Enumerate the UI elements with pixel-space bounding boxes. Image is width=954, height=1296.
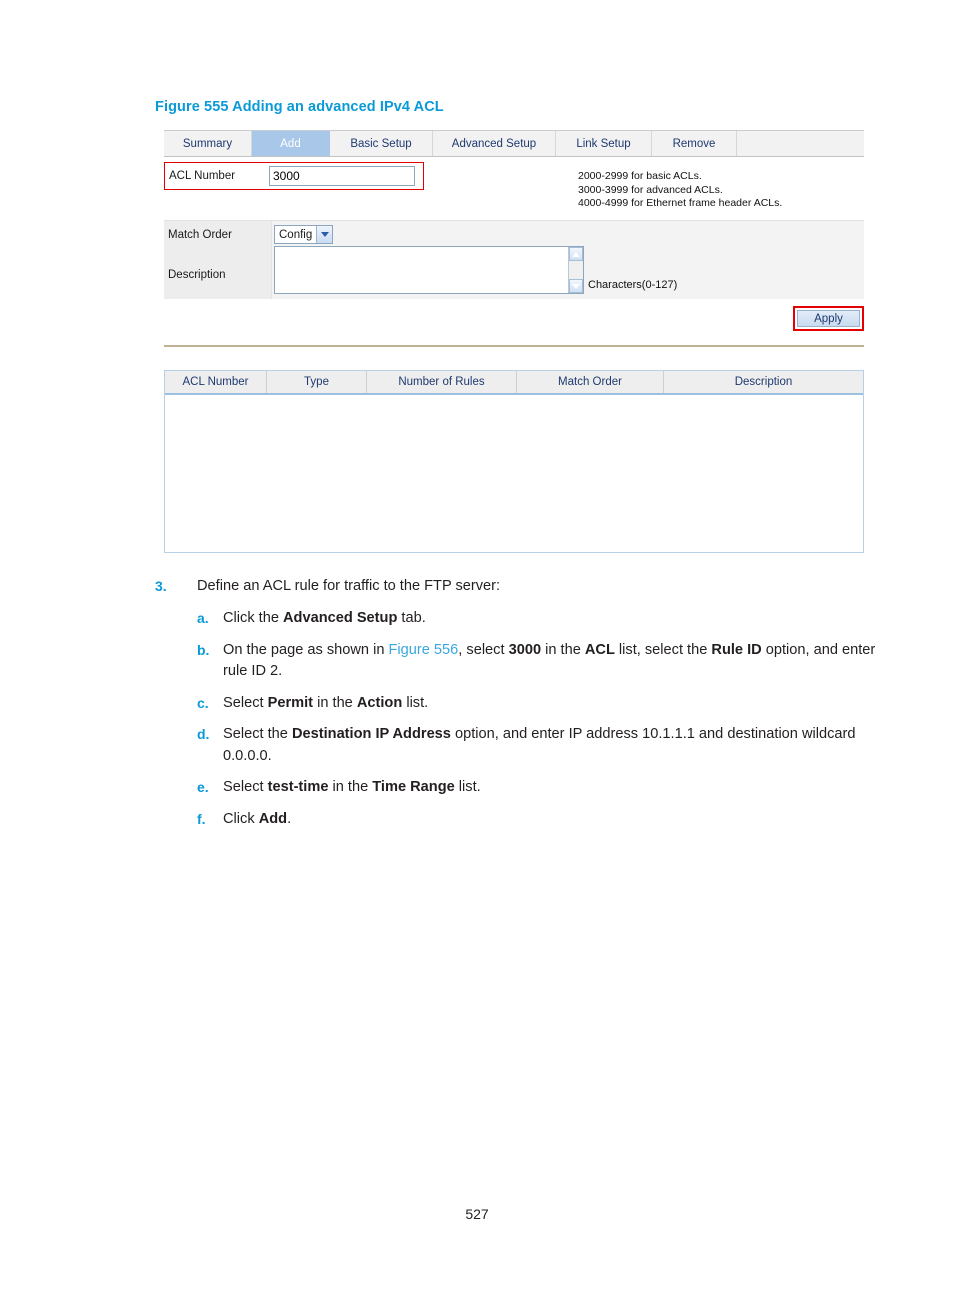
match-order-select[interactable]: Config (274, 225, 334, 244)
acl-range-hint-line1: 2000-2999 for basic ACLs. (578, 170, 702, 182)
substep-f: f. Click Add. (155, 809, 885, 831)
plain-text: . (287, 810, 292, 827)
plain-text: list. (454, 779, 481, 795)
substep-marker: d. (197, 726, 210, 742)
tab-bar-filler (737, 131, 864, 156)
chevron-down-icon[interactable] (316, 226, 333, 243)
table-header-match-order: Match Order (517, 371, 664, 393)
acl-list-table: ACL Number Type Number of Rules Match Order… (164, 370, 864, 553)
table-header-row: ACL Number Type Number of Rules Match Order… (165, 371, 863, 395)
plain-text: list, select the (614, 641, 712, 658)
substep-text: On the page as shown in Figure 556, sele… (197, 640, 885, 683)
section-divider (164, 345, 864, 347)
acl-number-input[interactable] (269, 166, 415, 186)
figure-caption: Figure 555 Adding an advanced IPv4 ACL (155, 99, 444, 115)
page-number: 527 (465, 1206, 489, 1222)
apply-button-highlight: Apply (793, 306, 864, 331)
tab-label: Advanced Setup (451, 137, 537, 150)
acl-range-hint-line2: 3000-3999 for advanced ACLs. (578, 183, 723, 196)
tab-link-setup[interactable]: Link Setup (556, 131, 652, 156)
plain-text: list. (402, 694, 429, 711)
tab-add[interactable]: Add (252, 131, 330, 156)
emphasis-text: Time Range (372, 779, 455, 795)
step-3-text: Define an ACL rule for traffic to the FT… (197, 578, 501, 594)
plain-text: Select (223, 779, 268, 795)
plain-text: Select (223, 694, 268, 711)
substep-list: a. Click the Advanced Setup tab. b. On the … (155, 608, 885, 830)
scroll-up-icon[interactable] (569, 247, 583, 261)
table-header-type: Type (267, 371, 367, 393)
plain-text: Click the (223, 610, 284, 626)
substep-e: e. Select test-time in the Time Range lis… (155, 777, 885, 799)
step-3-number: 3. (155, 578, 167, 594)
plain-text: Click (223, 810, 259, 827)
acl-number-label: ACL Number (169, 170, 236, 182)
acl-range-hint: 2000-2999 for basic ACLs. 3000-3999 for … (578, 170, 782, 211)
tab-summary[interactable]: Summary (164, 131, 252, 156)
tab-label: Link Setup (576, 137, 631, 150)
tab-label: Basic Setup (350, 137, 412, 150)
table-header-acl-number: ACL Number (165, 371, 267, 393)
emphasis-text: 3000 (508, 641, 542, 658)
plain-text: , select (458, 641, 509, 658)
substep-text: Click Add. (197, 809, 885, 831)
plain-text: Select the (223, 726, 292, 742)
tab-label: Add (280, 137, 301, 150)
instruction-list: 3. Define an ACL rule for traffic to the… (155, 576, 885, 840)
substep-text: Select test-time in the Time Range list. (197, 777, 885, 799)
table-header-description: Description (734, 376, 793, 388)
substep-marker: e. (197, 779, 209, 795)
substep-marker: a. (197, 610, 209, 626)
substep-marker: f. (197, 810, 206, 827)
emphasis-text: Rule ID (711, 641, 762, 658)
substep-marker: b. (197, 641, 210, 658)
description-textarea-wrapper (274, 246, 584, 294)
match-order-label: Match Order (168, 229, 232, 241)
substep-text: Click the Advanced Setup tab. (197, 608, 885, 630)
plain-text: in the (328, 779, 373, 795)
substep-d: d. Select the Destination IP Address opti… (155, 724, 885, 767)
step-3: 3. Define an ACL rule for traffic to the… (155, 576, 885, 597)
emphasis-text: test-time (267, 779, 329, 795)
plain-text: in the (541, 641, 585, 658)
tab-label: Summary (182, 137, 233, 150)
substep-marker: c. (197, 694, 209, 711)
emphasis-text: Destination IP Address (291, 726, 451, 742)
scroll-down-icon[interactable] (569, 279, 583, 293)
substep-text: Select the Destination IP Address option… (197, 724, 885, 767)
table-header-number-of-rules: Number of Rules (367, 371, 517, 393)
plain-text: tab. (397, 610, 426, 626)
substep-text: Select Permit in the Action list. (197, 693, 885, 715)
emphasis-text: Permit (267, 694, 314, 711)
acl-number-row-highlight: ACL Number (164, 162, 424, 190)
emphasis-text: Advanced Setup (283, 610, 398, 626)
match-order-selected-value: Config (279, 228, 313, 241)
emphasis-text: ACL (584, 641, 615, 658)
description-characters-hint: Characters(0-127) (588, 279, 678, 291)
description-label: Description (168, 269, 226, 281)
description-scrollbar[interactable] (568, 247, 583, 293)
substep-a: a. Click the Advanced Setup tab. (155, 608, 885, 630)
emphasis-text: Action (356, 694, 403, 711)
tab-remove[interactable]: Remove (652, 131, 737, 156)
acl-add-screenshot: Summary Add Basic Setup Advanced Setup Link … (164, 130, 864, 345)
apply-button[interactable]: Apply (797, 310, 860, 327)
emphasis-text: Add (258, 810, 288, 827)
description-input[interactable] (275, 247, 568, 293)
plain-text: in the (313, 694, 357, 711)
figure-cross-reference[interactable]: Figure 556 (389, 642, 459, 658)
table-body (165, 395, 863, 552)
plain-text: On the page as shown in (223, 641, 389, 658)
tab-label: Remove (672, 137, 716, 150)
acl-form-panel: Match Order Description Config Character… (164, 220, 864, 299)
substep-c: c. Select Permit in the Action list. (155, 693, 885, 715)
tab-basic-setup[interactable]: Basic Setup (330, 131, 433, 156)
tab-advanced-setup[interactable]: Advanced Setup (433, 131, 556, 156)
acl-range-hint-line3: 4000-4999 for Ethernet frame header ACLs… (578, 197, 783, 210)
tab-bar: Summary Add Basic Setup Advanced Setup Link … (164, 130, 864, 157)
substep-b: b. On the page as shown in Figure 556, se… (155, 640, 885, 683)
